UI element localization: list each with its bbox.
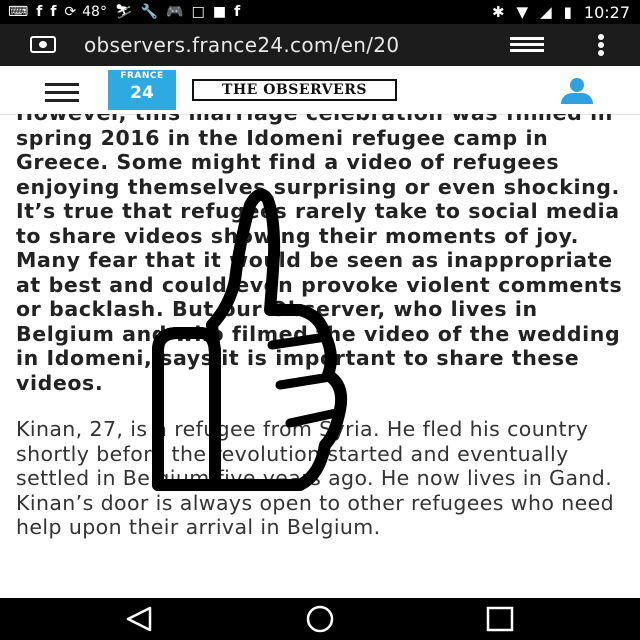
wolf-icon: ■: [212, 4, 227, 20]
facebook-icon: f: [50, 4, 57, 20]
site-info-icon[interactable]: [30, 36, 56, 53]
hamburger-menu-icon[interactable]: [45, 83, 79, 107]
recent-apps-icon[interactable]: [460, 598, 540, 640]
chat-icon: ⌨: [8, 4, 29, 20]
user-account-icon[interactable]: [559, 78, 595, 104]
gamepad-icon: 🎮: [166, 4, 184, 20]
wrench-icon: 🔧: [140, 4, 159, 20]
status-bar: ⌨ f f ⟳ 48° ⛷ 🔧 🎮 □ ■ f ✱ ▼ ◢ ▮ 10:27: [0, 0, 640, 24]
thumbs-up-drawing: [152, 188, 348, 491]
browser-url-bar: observers.france24.com/en/20: [0, 24, 640, 66]
tabs-icon[interactable]: [510, 37, 544, 53]
ski-icon: ⛷: [114, 4, 133, 20]
android-nav-bar: [0, 598, 640, 640]
facebook-icon: f: [234, 4, 241, 20]
vk-icon: □: [191, 4, 205, 20]
overflow-menu-icon[interactable]: [598, 34, 604, 56]
battery-icon: ▮: [563, 3, 572, 21]
temperature: 48°: [82, 4, 107, 20]
wifi-icon: ▼: [516, 3, 529, 21]
facebook-icon: f: [36, 4, 43, 20]
signal-icon: ◢: [540, 3, 552, 21]
back-icon[interactable]: [100, 598, 180, 640]
site-header: FRANCE 24 THE OBSERVERS: [0, 66, 640, 115]
clock: 10:27: [583, 2, 630, 22]
france24-logo[interactable]: FRANCE 24: [108, 70, 176, 110]
home-icon[interactable]: [280, 598, 360, 640]
sync-icon: ⟳: [64, 4, 77, 20]
observers-logo[interactable]: THE OBSERVERS: [192, 79, 397, 101]
bluetooth-icon: ✱: [491, 3, 505, 21]
url-field[interactable]: observers.france24.com/en/20: [84, 33, 480, 57]
